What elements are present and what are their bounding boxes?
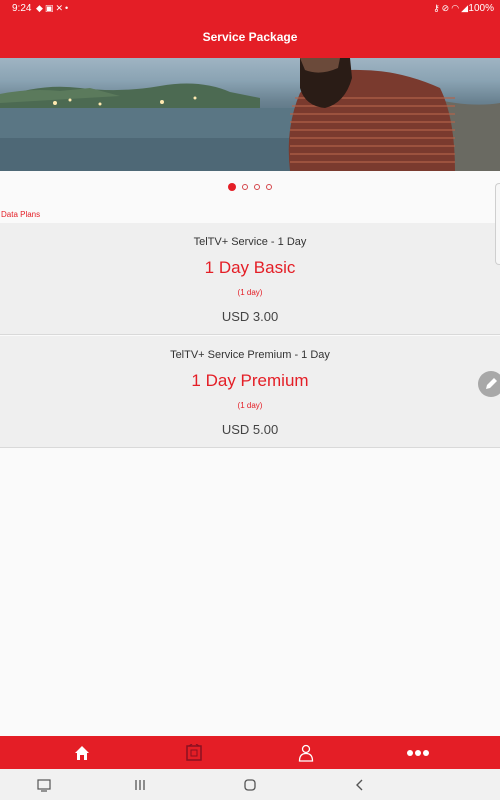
plan-service-name: TelTV+ Service - 1 Day [193,236,307,248]
nav-home-button[interactable] [62,736,102,769]
tools-icon: ✕ [55,3,65,13]
plan-duration: (1 day) [237,401,263,410]
edit-button[interactable] [478,371,500,397]
back-icon [356,779,363,791]
mute-icon: ⊘ [441,3,452,13]
app-bar: Service Package [0,17,500,58]
carousel-dot[interactable] [228,183,236,191]
page-title: Service Package [202,30,298,44]
vpn-key-icon: ⚷ [433,3,442,13]
battery-level: 100% [468,3,494,14]
carousel-dot[interactable] [242,184,248,190]
status-left-icons: ◆▣✕• [36,3,70,14]
nav-account-button[interactable] [286,736,326,769]
status-right-icons: ⚷⊘◠◢ [433,3,470,14]
wifi-icon: ◠ [451,3,462,13]
plan-card[interactable]: TelTV+ Service Premium - 1 Day 1 Day Pre… [0,336,500,448]
pencil-icon [486,378,497,389]
screenshot-icon [37,779,51,792]
edge-panel-handle[interactable] [495,183,500,265]
back-button[interactable] [350,775,370,795]
user-icon [298,744,314,762]
home-circle-icon [244,779,256,791]
carousel-dot[interactable] [266,184,272,190]
nav-tv-button[interactable] [174,736,214,769]
carousel-dot[interactable] [254,184,260,190]
home-icon [75,745,89,760]
nav-more-button[interactable] [398,736,438,769]
system-home-button[interactable] [240,775,260,795]
section-title: Data Plans [1,210,41,219]
more-icon [407,749,429,756]
plan-service-name: TelTV+ Service Premium - 1 Day [170,349,330,361]
dot-icon: • [64,3,71,13]
recents-icon [135,780,145,790]
plan-name: 1 Day Basic [204,258,296,277]
recents-button[interactable] [130,775,150,795]
android-icon: ◆ [36,3,45,13]
plan-duration: (1 day) [237,288,263,297]
hero-illustration [0,58,500,171]
hero-banner-image[interactable] [0,58,500,171]
status-bar: 9:24 ◆▣✕• ⚷⊘◠◢ 100% [0,0,500,17]
plan-price: USD 3.00 [221,309,279,324]
tv-icon [186,743,202,761]
screenshot-button[interactable] [34,775,54,795]
status-time: 9:24 [12,3,32,14]
photo-icon: ▣ [44,3,56,13]
plan-price: USD 5.00 [221,422,279,437]
bottom-navigation [0,736,500,769]
plan-card[interactable]: TelTV+ Service - 1 Day 1 Day Basic (1 da… [0,223,500,335]
carousel-indicator [0,183,500,193]
system-navigation-bar [0,769,500,800]
plan-name: 1 Day Premium [191,371,309,390]
